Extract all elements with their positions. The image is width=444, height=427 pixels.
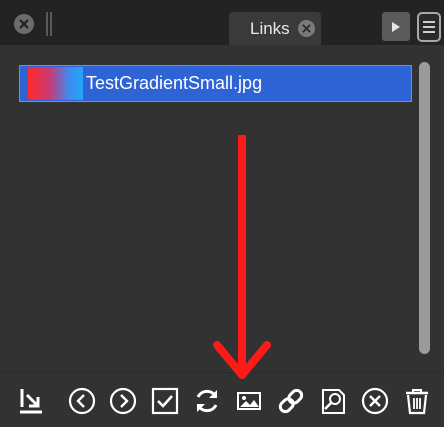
panel-menu-icon[interactable]	[417, 12, 441, 42]
relink-file-button[interactable]	[274, 383, 308, 419]
panel-grip[interactable]	[46, 12, 52, 36]
panel-titlebar: Links	[0, 0, 444, 45]
refresh-icon	[196, 389, 218, 413]
scrollbar[interactable]	[419, 62, 430, 354]
links-toolbar	[0, 380, 444, 424]
tab-links[interactable]: Links	[229, 12, 321, 45]
previous-icon	[68, 387, 96, 415]
next-icon	[109, 387, 137, 415]
close-panel-icon[interactable]	[14, 14, 34, 34]
divider	[0, 372, 444, 373]
next-button[interactable]	[106, 383, 140, 419]
checkbox-icon	[151, 387, 179, 415]
relink-icon	[20, 389, 42, 414]
relink-button[interactable]	[14, 383, 48, 419]
link-filename: TestGradientSmall.jpg	[86, 73, 263, 93]
link-icon	[278, 388, 304, 414]
update-link-button[interactable]	[190, 383, 224, 419]
previous-button[interactable]	[65, 383, 99, 419]
image-icon	[237, 392, 261, 410]
tab-label: Links	[250, 19, 290, 38]
find-document-icon	[322, 389, 345, 414]
remove-icon	[361, 387, 389, 415]
thumbnail	[28, 67, 83, 100]
play-icon[interactable]	[382, 12, 410, 41]
list-item[interactable]: TestGradientSmall.jpg	[19, 65, 412, 102]
scrollbar-thumb[interactable]	[419, 62, 430, 354]
links-list: TestGradientSmall.jpg	[17, 55, 415, 365]
check-button[interactable]	[148, 383, 182, 419]
trash-icon	[406, 389, 428, 415]
go-to-link-button[interactable]	[232, 383, 266, 419]
remove-button[interactable]	[358, 383, 392, 419]
delete-button[interactable]	[400, 383, 434, 419]
search-document-button[interactable]	[316, 383, 350, 419]
tab-close-icon[interactable]	[298, 20, 315, 37]
